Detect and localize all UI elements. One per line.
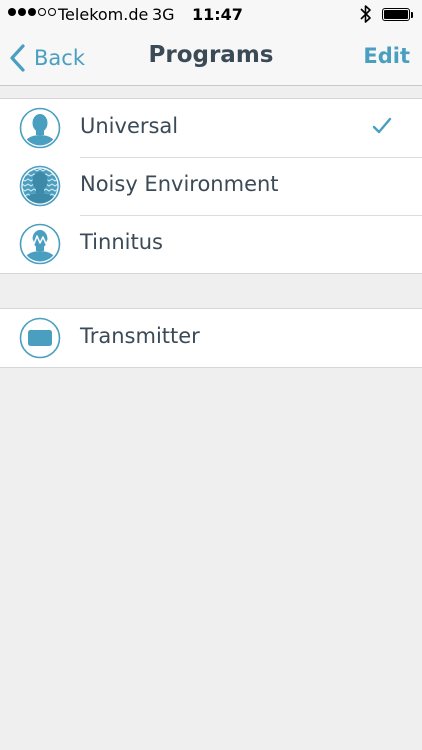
program-label: Noisy Environment	[80, 172, 279, 196]
program-label: Universal	[80, 114, 179, 138]
chevron-left-icon	[10, 44, 25, 72]
transmitter-label: Transmitter	[80, 324, 200, 348]
program-row-noisy-environment[interactable]: Noisy Environment	[0, 157, 422, 215]
battery-cap	[411, 12, 413, 18]
status-bar: Telekom.de 3G 11:47	[0, 0, 422, 30]
program-row-tinnitus[interactable]: Tinnitus	[0, 215, 422, 273]
status-time: 11:47	[192, 5, 243, 24]
battery-level-fill	[384, 10, 408, 19]
person-head-icon	[19, 107, 61, 149]
screen: Telekom.de 3G 11:47 Back Programs Edit U…	[0, 0, 422, 750]
transmitter-icon	[19, 317, 61, 359]
transmitter-list: Transmitter	[0, 308, 422, 368]
back-button-label: Back	[34, 46, 85, 70]
person-tinnitus-icon	[19, 223, 61, 265]
back-button[interactable]: Back	[8, 40, 85, 76]
program-label: Tinnitus	[80, 230, 163, 254]
network-type: 3G	[152, 5, 175, 24]
battery-icon	[382, 8, 410, 21]
navigation-bar: Back Programs Edit	[0, 30, 422, 86]
carrier-name: Telekom.de	[58, 5, 149, 24]
person-noise-icon	[19, 165, 61, 207]
bluetooth-icon	[360, 5, 371, 23]
transmitter-row[interactable]: Transmitter	[0, 309, 422, 367]
signal-strength-icon	[8, 8, 56, 16]
edit-button[interactable]: Edit	[363, 44, 410, 68]
program-row-universal[interactable]: Universal	[0, 99, 422, 157]
programs-list: Universal Noisy Environment Tinnitus	[0, 98, 422, 274]
checkmark-icon	[372, 117, 392, 134]
